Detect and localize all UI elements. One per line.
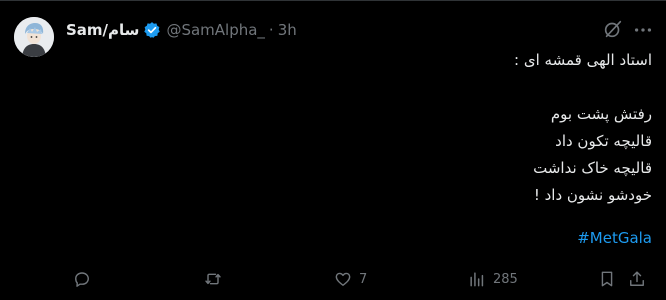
tweet-line: استاد الهی قمشه ای : xyxy=(514,51,652,69)
timestamp[interactable]: 3h xyxy=(278,21,297,39)
bookmark-icon xyxy=(597,269,617,289)
verified-badge-icon xyxy=(143,21,161,39)
views-button[interactable]: 285 xyxy=(467,264,518,294)
retweet-icon xyxy=(203,269,223,289)
hashtag-link[interactable]: #MetGala xyxy=(577,227,652,249)
separator-dot: · xyxy=(268,21,274,39)
like-count: 7 xyxy=(359,271,368,287)
more-options-icon[interactable] xyxy=(632,19,654,41)
tweet-line: رفتش پشت بوم xyxy=(550,105,652,123)
tweet-header: Sam/سام @SamAlpha_ · 3h xyxy=(66,19,297,41)
reply-icon xyxy=(72,269,92,289)
heart-icon xyxy=(333,269,353,289)
tweet-line: قالیچه تکون داد xyxy=(555,132,652,150)
tweet-text: استاد الهی قمشه ای : رفتش پشت بوم قالیچه… xyxy=(92,47,652,209)
share-icon xyxy=(627,269,647,289)
bookmark-button[interactable] xyxy=(597,264,617,294)
views-icon xyxy=(467,269,487,289)
tweet-line: خودشو نشون داد ! xyxy=(533,186,652,204)
share-button[interactable] xyxy=(627,264,647,294)
tweet-line: قالیچه خاک نداشت xyxy=(533,159,652,177)
retweet-button[interactable] xyxy=(203,264,229,294)
display-name[interactable]: Sam/سام xyxy=(66,21,139,39)
tweet-line xyxy=(92,74,652,101)
grok-icon[interactable] xyxy=(602,18,624,40)
avatar[interactable] xyxy=(14,17,54,57)
like-button[interactable]: 7 xyxy=(333,264,367,294)
tweet[interactable]: Sam/سام @SamAlpha_ · 3h استاد الهی قمشه … xyxy=(0,0,666,300)
action-bar: 7 285 xyxy=(0,264,666,294)
views-count: 285 xyxy=(493,271,518,287)
user-handle[interactable]: @SamAlpha_ xyxy=(166,21,264,39)
reply-button[interactable] xyxy=(72,264,98,294)
